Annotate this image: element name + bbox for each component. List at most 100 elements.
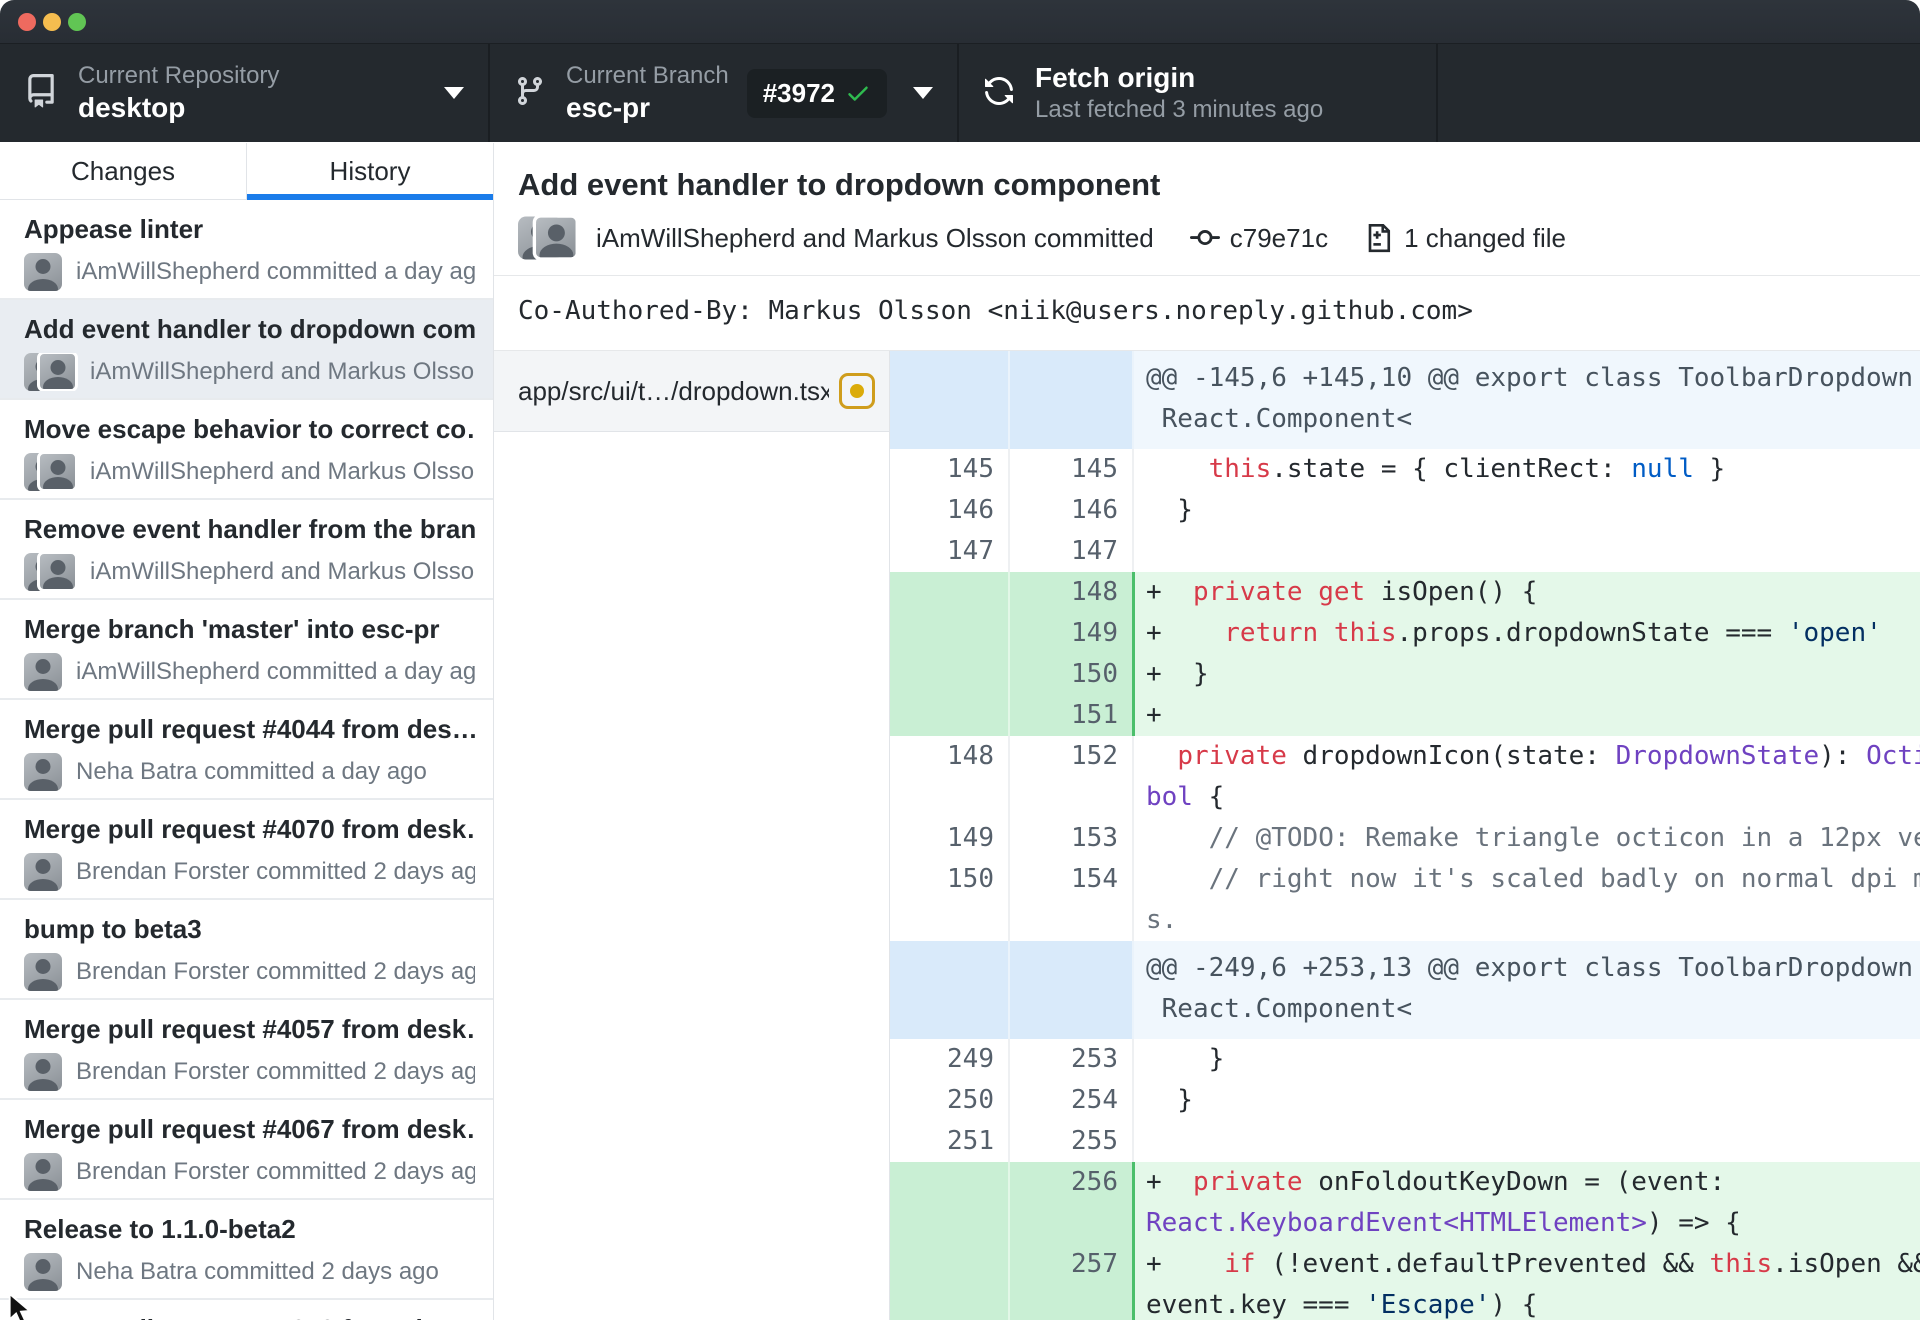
commit-sha: c79e71c bbox=[1229, 222, 1329, 253]
new-line-number: 153 bbox=[1008, 818, 1132, 859]
new-line-number: 146 bbox=[1008, 490, 1132, 531]
commit-authors: iAmWillShepherd and Markus Olsson commit… bbox=[596, 222, 1154, 253]
fetch-origin-subtitle: Last fetched 3 minutes ago bbox=[1035, 96, 1324, 123]
avatar-stack bbox=[24, 1153, 62, 1191]
current-repository-button[interactable]: Current Repository desktop bbox=[0, 44, 490, 142]
diff-added-line[interactable]: 151 + bbox=[890, 695, 1920, 736]
new-line-number: 257 bbox=[1008, 1244, 1132, 1320]
commit-list-item[interactable]: Release to 1.1.0-beta2 Neha Batra committ… bbox=[0, 1200, 493, 1300]
new-line-number: 152 bbox=[1008, 736, 1132, 818]
sidebar-tabbar: Changes History bbox=[0, 143, 493, 200]
commit-list-meta-text: Neha Batra committed a day ago bbox=[76, 758, 427, 785]
diff-context-line: 149 153 // @TODO: Remake triangle octicon… bbox=[890, 818, 1920, 859]
workspace: Changes History Appease linter iAmWillShe… bbox=[0, 143, 1920, 1320]
commit-list-title: Remove event handler from the bran… bbox=[24, 514, 475, 544]
commit-list-item[interactable]: Merge branch 'master' into esc-pr iAmWill… bbox=[0, 600, 493, 700]
commit-list-meta-text: iAmWillShepherd and Markus Olsson… bbox=[90, 558, 475, 585]
old-line-number: 250 bbox=[947, 1085, 994, 1115]
commit-list-item[interactable]: Merge pull request #4057 from desk… Brend… bbox=[0, 1000, 493, 1100]
commit-title: Add event handler to dropdown component bbox=[518, 167, 1161, 202]
commit-list-item[interactable]: Move escape behavior to correct co… iAmWi… bbox=[0, 400, 493, 500]
new-line-number: 147 bbox=[1008, 531, 1132, 572]
commit-list-meta: iAmWillShepherd and Markus Olsson… bbox=[24, 553, 475, 591]
commit-list-title: Merge pull request #4070 from desk… bbox=[24, 814, 475, 844]
current-branch-button[interactable]: Current Branch esc-pr #3972 bbox=[490, 44, 959, 142]
diff-code: } bbox=[1132, 1080, 1920, 1121]
avatar bbox=[24, 953, 62, 991]
diff-view[interactable]: @@ -145,6 +145,10 @@ export class Toolba… bbox=[890, 351, 1920, 1320]
current-repository-label: Current Repository bbox=[78, 62, 280, 89]
pr-number-badge[interactable]: #3972 bbox=[746, 68, 887, 118]
mouse-cursor bbox=[6, 1291, 36, 1320]
diff-code bbox=[1132, 1121, 1920, 1162]
diff-added-line[interactable]: 150 + } bbox=[890, 654, 1920, 695]
avatar-stack bbox=[24, 753, 62, 791]
commit-list-item[interactable]: Merge pull request #4070 from desk… Brend… bbox=[0, 800, 493, 900]
commit-list-meta: iAmWillShepherd and Markus Olsson… bbox=[24, 353, 475, 391]
avatar-stack bbox=[24, 653, 62, 691]
commit-list-title: Move escape behavior to correct co… bbox=[24, 414, 475, 444]
commit-list-title: Release to 1.1.0-beta2 bbox=[24, 1214, 296, 1244]
commit-list-meta: Brendan Forster committed 2 days ago bbox=[24, 1153, 475, 1191]
commit-list-meta-text: iAmWillShepherd committed a day ago bbox=[76, 258, 475, 285]
commit-list-item[interactable]: bump to beta3 Brendan Forster committed 2… bbox=[0, 900, 493, 1000]
commit-list-meta-text: Brendan Forster committed 2 days ago bbox=[76, 958, 475, 985]
commit-list-meta: Neha Batra committed 2 days ago bbox=[24, 1253, 475, 1291]
diff-context-line: 148 152 private dropdownIcon(state: Dropd… bbox=[890, 736, 1920, 818]
diff-code: this.state = { clientRect: null } bbox=[1132, 449, 1920, 490]
diff-code: // right now it's scaled badly on normal… bbox=[1132, 859, 1920, 941]
sync-icon bbox=[983, 75, 1015, 112]
commit-list-item[interactable]: Remove event handler from the bran… iAmWi… bbox=[0, 500, 493, 600]
commit-list-meta: Brendan Forster committed 2 days ago bbox=[24, 953, 475, 991]
old-line-number bbox=[890, 941, 1008, 1039]
avatar-stack bbox=[24, 1053, 62, 1091]
commit-list-item[interactable]: Merge pull request #4072 from d… bbox=[0, 1300, 493, 1320]
diff-code: + private onFoldoutKeyDown = (event: Rea… bbox=[1132, 1162, 1920, 1244]
old-line-number: 148 bbox=[947, 741, 994, 771]
diff-added-line[interactable]: 149 + return this.props.dropdownState ===… bbox=[890, 613, 1920, 654]
diff-context-line: 147 147 bbox=[890, 531, 1920, 572]
commit-list-title: Merge branch 'master' into esc-pr bbox=[24, 614, 440, 644]
commit-list-meta: iAmWillShepherd and Markus Olsson… bbox=[24, 453, 475, 491]
minimize-window-button[interactable] bbox=[43, 13, 61, 31]
commit-list-item[interactable]: Merge pull request #4044 from des… Neha B… bbox=[0, 700, 493, 800]
diff-added-line[interactable]: 257 + if (!event.defaultPrevented && this… bbox=[890, 1244, 1920, 1320]
diff-code: + bbox=[1132, 695, 1920, 736]
tab-changes[interactable]: Changes bbox=[0, 143, 246, 199]
commit-list-item[interactable]: Merge pull request #4067 from desk… Brend… bbox=[0, 1100, 493, 1200]
close-window-button[interactable] bbox=[18, 13, 36, 31]
avatar-stack bbox=[24, 353, 78, 391]
diff-added-line[interactable]: 148 + private get isOpen() { bbox=[890, 572, 1920, 613]
traffic-lights bbox=[18, 13, 86, 31]
commit-list-meta-text: Brendan Forster committed 2 days ago bbox=[76, 1158, 475, 1185]
diff-code: + if (!event.defaultPrevented && this.is… bbox=[1132, 1244, 1920, 1320]
zoom-window-button[interactable] bbox=[68, 13, 86, 31]
commit-list-meta-text: iAmWillShepherd committed a day ago bbox=[76, 658, 475, 685]
file-list-item[interactable]: app/src/ui/t…/dropdown.tsx bbox=[494, 351, 889, 432]
avatar bbox=[37, 353, 78, 391]
commit-list-title: Merge pull request #4072 from d… bbox=[24, 1313, 475, 1320]
avatar bbox=[24, 653, 62, 691]
diff-added-line[interactable]: 256 + private onFoldoutKeyDown = (event: … bbox=[890, 1162, 1920, 1244]
diff-context-line: 249 253 } bbox=[890, 1039, 1920, 1080]
tab-history[interactable]: History bbox=[246, 143, 493, 200]
new-line-number: 154 bbox=[1008, 859, 1132, 941]
commit-list-item[interactable]: Appease linter iAmWillShepherd committed … bbox=[0, 200, 493, 300]
old-line-number: 150 bbox=[947, 864, 994, 894]
commit-list-item[interactable]: Add event handler to dropdown com… iAmWil… bbox=[0, 300, 493, 400]
window-titlebar[interactable] bbox=[0, 0, 1920, 44]
current-branch-value: esc-pr bbox=[566, 92, 651, 123]
git-commit-icon bbox=[1189, 230, 1220, 246]
commit-list-meta-text: Neha Batra committed 2 days ago bbox=[76, 1258, 439, 1285]
diff-code bbox=[1132, 531, 1920, 572]
commit-sha-group: c79e71c bbox=[1189, 222, 1329, 254]
new-line-number: 149 bbox=[1008, 613, 1132, 654]
avatar bbox=[24, 253, 62, 291]
fetch-origin-button[interactable]: Fetch origin Last fetched 3 minutes ago bbox=[959, 44, 1438, 142]
commit-list-title: Appease linter bbox=[24, 214, 204, 244]
commit-list-title: Add event handler to dropdown com… bbox=[24, 314, 475, 344]
commit-list: Appease linter iAmWillShepherd committed … bbox=[0, 200, 493, 1320]
diff-code: // @TODO: Remake triangle octicon in a 1… bbox=[1132, 818, 1920, 859]
old-line-number: 149 bbox=[947, 823, 994, 853]
new-line-number: 256 bbox=[1008, 1162, 1132, 1244]
